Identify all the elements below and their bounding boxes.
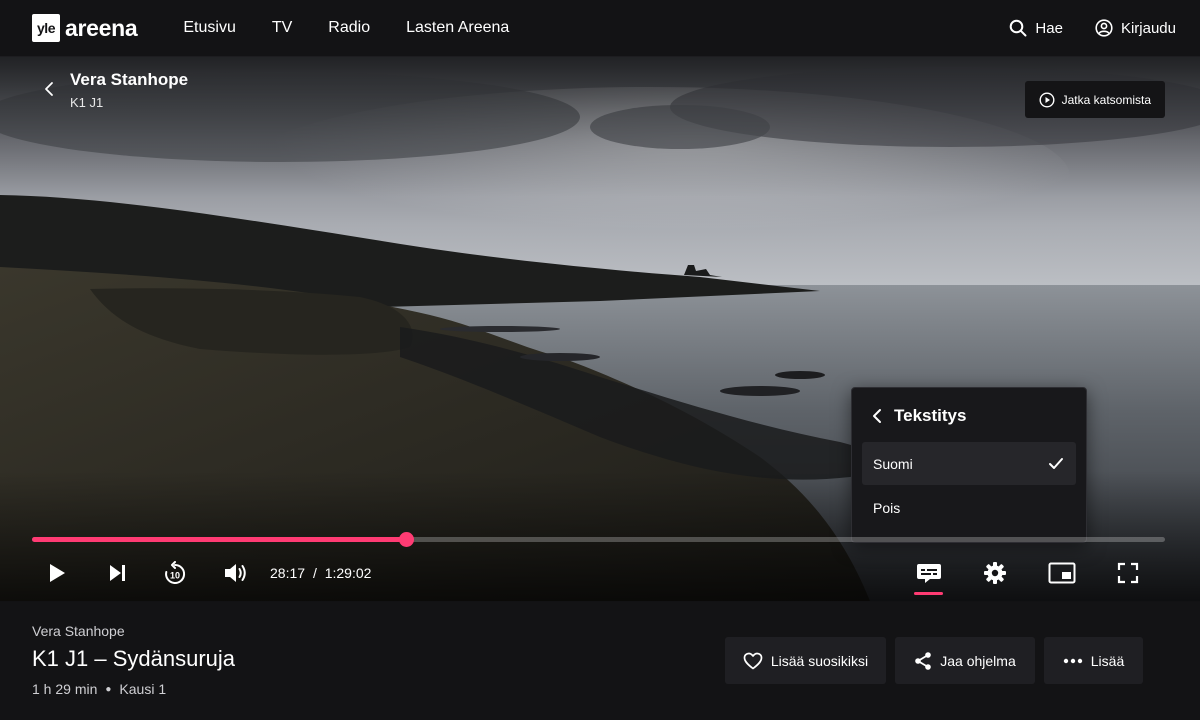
- volume-icon: [225, 564, 246, 582]
- playback-time: 28:17 / 1:29:02: [270, 565, 371, 581]
- option-label: Pois: [873, 499, 901, 516]
- more-dots-icon: [1063, 658, 1082, 663]
- settings-button[interactable]: [982, 560, 1008, 586]
- heart-icon: [743, 652, 763, 669]
- continue-watching-button[interactable]: Jatka katsomista: [1024, 81, 1165, 118]
- progress-handle[interactable]: [398, 532, 414, 547]
- fullscreen-button[interactable]: [1115, 560, 1141, 586]
- skip-next-icon: [110, 565, 125, 581]
- rewind-10-icon: 10: [165, 561, 186, 584]
- rewind-10-button[interactable]: 10: [161, 560, 189, 588]
- share-label: Jaa ohjelma: [940, 652, 1016, 669]
- subtitle-menu-title: Tekstitys: [894, 406, 967, 425]
- subtitle-option-suomi[interactable]: Suomi: [862, 442, 1076, 485]
- option-label: Suomi: [873, 455, 913, 472]
- current-time: 28:17: [270, 565, 306, 581]
- next-episode-button[interactable]: [104, 560, 130, 586]
- logo-box: yle: [32, 14, 60, 42]
- player-title: Vera Stanhope: [70, 70, 189, 89]
- volume-button[interactable]: [222, 560, 250, 586]
- subtitles-active-indicator: [914, 592, 943, 595]
- checkmark-icon: [1049, 457, 1063, 469]
- nav-radio[interactable]: Radio: [328, 19, 370, 37]
- gear-icon: [984, 562, 1006, 584]
- play-icon: [50, 564, 65, 582]
- more-button[interactable]: Lisää: [1044, 637, 1143, 684]
- user-icon: [1095, 19, 1113, 37]
- progress-fill: [32, 537, 406, 542]
- total-duration: 1:29:02: [324, 565, 372, 581]
- login-button[interactable]: Kirjaudu: [1095, 19, 1176, 37]
- episode-meta: 1 h 29 min ● Kausi 1: [32, 681, 166, 697]
- nav-lasten-areena[interactable]: Lasten Areena: [406, 19, 509, 37]
- main-nav: Etusivu TV Radio Lasten Areena: [183, 19, 545, 37]
- subtitles-button[interactable]: [914, 560, 944, 586]
- subtitles-icon: [917, 564, 941, 583]
- login-label: Kirjaudu: [1120, 19, 1176, 37]
- program-info: Vera Stanhope K1 J1 – Sydänsuruja 1 h 29…: [0, 602, 1200, 720]
- video-player[interactable]: Vera Stanhope K1 J1 Jatka katsomista Tek…: [0, 57, 1200, 601]
- fullscreen-icon: [1117, 562, 1139, 584]
- episode-title: K1 J1 – Sydänsuruja: [32, 646, 236, 671]
- chevron-left-icon: [873, 409, 881, 423]
- search-icon: [1010, 19, 1027, 37]
- season-label: Kausi 1: [119, 681, 167, 697]
- nav-actions: Hae Kirjaudu: [977, 19, 1176, 37]
- share-button[interactable]: Jaa ohjelma: [895, 637, 1035, 684]
- play-circle-icon: [1039, 91, 1055, 108]
- logo-word: areena: [65, 14, 138, 41]
- nav-etusivu[interactable]: Etusivu: [183, 19, 235, 37]
- chevron-left-icon: [45, 82, 53, 96]
- search-button[interactable]: Hae: [1009, 19, 1063, 37]
- add-favorite-label: Lisää suosikiksi: [770, 652, 869, 669]
- series-name: Vera Stanhope: [32, 623, 125, 639]
- player-subtitle: K1 J1: [70, 95, 104, 110]
- share-icon: [915, 651, 932, 670]
- picture-in-picture-button[interactable]: [1047, 560, 1077, 586]
- search-label: Hae: [1035, 19, 1063, 37]
- picture-in-picture-icon: [1048, 562, 1076, 584]
- top-navigation: yle areena Etusivu TV Radio Lasten Areen…: [0, 0, 1200, 57]
- subtitle-option-pois[interactable]: Pois: [862, 486, 1076, 529]
- subtitle-menu: Tekstitys Suomi Pois: [851, 387, 1087, 543]
- back-button[interactable]: [42, 81, 56, 102]
- progress-bar[interactable]: [32, 532, 1165, 547]
- episode-duration: 1 h 29 min: [32, 681, 98, 697]
- yle-areena-logo[interactable]: yle areena: [32, 14, 138, 42]
- continue-watching-label: Jatka katsomista: [1061, 92, 1151, 107]
- subtitle-menu-back[interactable]: Tekstitys: [872, 406, 966, 426]
- more-label: Lisää: [1090, 652, 1125, 669]
- svg-text:10: 10: [170, 571, 180, 581]
- nav-tv[interactable]: TV: [272, 19, 292, 37]
- play-button[interactable]: [44, 560, 70, 586]
- time-separator: /: [312, 565, 317, 581]
- meta-separator: ●: [105, 683, 112, 695]
- add-favorite-button[interactable]: Lisää suosikiksi: [725, 637, 886, 684]
